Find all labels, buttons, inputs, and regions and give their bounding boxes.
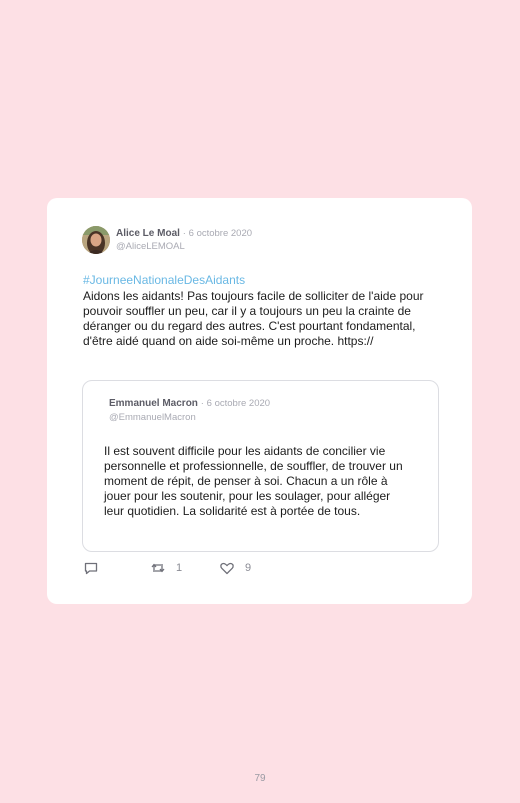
author-avatar[interactable] xyxy=(82,226,110,254)
like-button[interactable]: 9 xyxy=(219,560,251,576)
tweet-text: Aidons les aidants! Pas toujours facile … xyxy=(83,289,424,348)
tweet-card: Alice Le Moal · 6 octobre 2020 @AliceLEM… xyxy=(47,198,472,604)
quoted-tweet-date[interactable]: 6 octobre 2020 xyxy=(207,398,270,409)
separator-dot: · xyxy=(200,398,204,409)
tweet-date[interactable]: 6 octobre 2020 xyxy=(189,228,252,239)
author-name[interactable]: Alice Le Moal xyxy=(116,228,180,239)
author-handle[interactable]: @AliceLEMOAL xyxy=(116,241,185,252)
tweet-author-line: Alice Le Moal · 6 octobre 2020 xyxy=(116,228,252,240)
separator-dot: · xyxy=(182,228,186,239)
reply-button[interactable] xyxy=(83,560,99,576)
retweet-count: 1 xyxy=(176,562,183,574)
quoted-tweet[interactable]: Emmanuel Macron · 6 octobre 2020 @Emmanu… xyxy=(82,380,439,552)
quoted-author-line: Emmanuel Macron · 6 octobre 2020 xyxy=(109,398,270,410)
page-number: 79 xyxy=(254,773,266,784)
quoted-tweet-text: Il est souvent difficile pour les aidant… xyxy=(104,444,403,518)
tweet-actions: 1 9 xyxy=(83,560,283,576)
retweet-icon xyxy=(150,560,166,576)
quoted-author-name[interactable]: Emmanuel Macron xyxy=(109,398,198,409)
hashtag-link[interactable]: #JourneeNationaleDesAidants xyxy=(83,273,245,287)
like-count: 9 xyxy=(245,562,252,574)
quoted-author-handle[interactable]: @EmmanuelMacron xyxy=(109,412,196,423)
reply-icon xyxy=(83,560,99,576)
heart-icon xyxy=(219,560,235,576)
retweet-button[interactable]: 1 xyxy=(150,560,182,576)
